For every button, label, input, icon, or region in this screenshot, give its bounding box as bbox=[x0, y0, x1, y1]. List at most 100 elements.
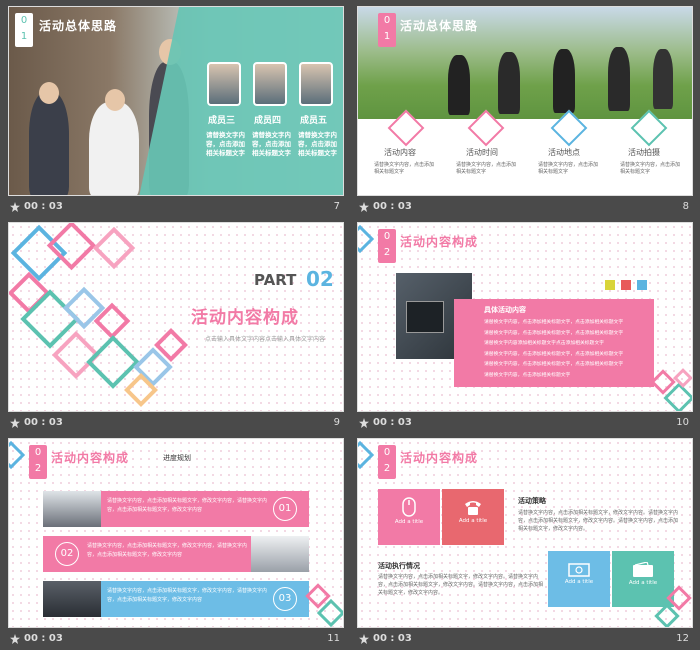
slide-thumbnail-9[interactable]: PART 02 活动内容构成 点击输入具体文字内容点击输入具体文字内容 00 :… bbox=[8, 222, 344, 434]
slide-title: 活动内容构成 bbox=[51, 451, 130, 465]
execution-text: 请替换文字内容，点击添加相关标题文字，修改文字内容。请替换文字内容，点击添加相关… bbox=[378, 574, 544, 596]
progress-row-2: 02 请替换文字内容，点击添加相关标题文字，修改文字内容，请替换文字内容，点击添… bbox=[43, 536, 251, 572]
slide-thumbnail-7[interactable]: 01 活动总体思路 成员三 成员四 成员五 请替换文字内容，点击添加相关标题文字… bbox=[8, 6, 344, 218]
slide-title: 活动总体思路 bbox=[400, 19, 479, 33]
person-figure bbox=[448, 55, 470, 115]
money-icon bbox=[568, 563, 590, 577]
item-desc: 请替换文字内容，点击添加相关标题文字 bbox=[456, 162, 517, 175]
tile-label: Add a title bbox=[628, 580, 658, 586]
slide-12-canvas: 02 活动内容构成 Add a title Add a title 活动策略 请… bbox=[357, 438, 693, 628]
slide-8-canvas: 01 活动总体思路 活动内容 活动时间 活动地点 活动拍摄 请替换文字内容，点击… bbox=[357, 6, 693, 196]
section-badge: 02 bbox=[378, 229, 396, 263]
section-title: 活动内容构成 bbox=[191, 308, 299, 328]
member-photo bbox=[207, 62, 241, 106]
step-number: 01 bbox=[273, 497, 297, 521]
slide-thumbnail-10[interactable]: 02 活动内容构成 具体活动内容 请替换文字内容，点击添加相关标题文字，点击添加… bbox=[357, 222, 693, 434]
star-icon bbox=[10, 633, 20, 644]
decor-square bbox=[92, 226, 136, 270]
progress-row-1: 请替换文字内容，点击添加相关标题文字，修改文字内容，请替换文字内容，点击添加相关… bbox=[101, 491, 309, 527]
member-name: 成员五 bbox=[300, 116, 328, 126]
slide-footer: 00 : 03 9 bbox=[8, 414, 344, 434]
progress-row-3: 请替换文字内容，点击添加相关标题文字，修改文字内容，请替换文字内容，点击添加相关… bbox=[101, 581, 309, 617]
transition-time: 00 : 03 bbox=[10, 417, 63, 428]
meeting-photo bbox=[43, 491, 101, 527]
slide-subtitle: 进度规划 bbox=[163, 454, 191, 462]
wallet-tile: Add a title bbox=[612, 551, 674, 607]
item-label: 活动时间 bbox=[466, 148, 498, 157]
decor-square bbox=[358, 440, 375, 470]
slide-9-canvas: PART 02 活动内容构成 点击输入具体文字内容点击输入具体文字内容 bbox=[8, 222, 344, 412]
slide-thumbnail-11[interactable]: 02 活动内容构成 进度规划 请替换文字内容，点击添加相关标题文字，修改文字内容… bbox=[8, 438, 344, 650]
member-desc: 请替换文字内容，点击添加相关标题文字 bbox=[298, 131, 337, 157]
info-icon bbox=[605, 280, 615, 290]
slide-number: 12 bbox=[676, 633, 689, 644]
slide-11-canvas: 02 活动内容构成 进度规划 请替换文字内容，点击添加相关标题文字，修改文字内容… bbox=[8, 438, 344, 628]
slide-footer: 00 : 03 7 bbox=[8, 198, 344, 218]
member-name: 成员三 bbox=[208, 116, 236, 126]
member-desc: 请替换文字内容，点击添加相关标题文字 bbox=[252, 131, 291, 157]
member-photo bbox=[299, 62, 333, 106]
chart-icon bbox=[637, 280, 647, 290]
item-label: 活动地点 bbox=[548, 148, 580, 157]
item-desc: 请替换文字内容，点击添加相关标题文字 bbox=[538, 162, 599, 175]
slide-10-canvas: 02 活动内容构成 具体活动内容 请替换文字内容，点击添加相关标题文字，点击添加… bbox=[357, 222, 693, 412]
tile-label: Add a title bbox=[564, 579, 594, 585]
section-badge: 01 bbox=[378, 13, 396, 47]
slide-sorter-grid: 01 活动总体思路 成员三 成员四 成员五 请替换文字内容，点击添加相关标题文字… bbox=[0, 0, 700, 647]
strategy-text: 请替换文字内容，点击添加相关标题文字，修改文字内容。请替换文字内容，点击添加相关… bbox=[518, 510, 679, 532]
member-name: 成员四 bbox=[254, 116, 282, 126]
slide-title: 活动内容构成 bbox=[400, 451, 479, 465]
mouse-icon bbox=[402, 497, 416, 517]
slide-title: 活动总体思路 bbox=[39, 19, 118, 33]
part-label: PART bbox=[254, 271, 297, 289]
person-figure bbox=[29, 92, 69, 195]
slide-7-canvas: 01 活动总体思路 成员三 成员四 成员五 请替换文字内容，点击添加相关标题文字… bbox=[8, 6, 344, 196]
transition-time: 00 : 03 bbox=[10, 633, 63, 644]
person-figure bbox=[608, 47, 630, 111]
content-box-lines: 请替换文字内容，点击添加相关标题文字，点击添加相关标题文字 请替换文字内容，点击… bbox=[484, 320, 624, 378]
star-icon bbox=[359, 417, 369, 428]
phone-icon bbox=[465, 501, 481, 515]
slide-footer: 00 : 03 12 bbox=[357, 630, 693, 650]
execution-heading: 活动执行情况 bbox=[378, 562, 420, 570]
wallet-icon bbox=[633, 561, 653, 577]
slide-number: 8 bbox=[682, 201, 689, 212]
strategy-heading: 活动策略 bbox=[518, 497, 546, 505]
phone-tile: Add a title bbox=[442, 489, 504, 545]
step-number: 02 bbox=[55, 542, 79, 566]
slide-number: 10 bbox=[676, 417, 689, 428]
person-figure bbox=[653, 49, 673, 109]
search-icon bbox=[621, 280, 631, 290]
slide-thumbnail-12[interactable]: 02 活动内容构成 Add a title Add a title 活动策略 请… bbox=[357, 438, 693, 650]
transition-time: 00 : 03 bbox=[10, 201, 63, 212]
item-desc: 请替换文字内容，点击添加相关标题文字 bbox=[620, 162, 681, 175]
content-box: 具体活动内容 请替换文字内容，点击添加相关标题文字，点击添加相关标题文字 请替换… bbox=[454, 299, 654, 387]
slide-footer: 00 : 03 10 bbox=[357, 414, 693, 434]
slide-thumbnail-8[interactable]: 01 活动总体思路 活动内容 活动时间 活动地点 活动拍摄 请替换文字内容，点击… bbox=[357, 6, 693, 218]
section-badge: 02 bbox=[29, 445, 47, 479]
money-tile: Add a title bbox=[548, 551, 610, 607]
person-head bbox=[39, 82, 59, 104]
member-desc: 请替换文字内容，点击添加相关标题文字 bbox=[206, 131, 245, 157]
transition-time: 00 : 03 bbox=[359, 201, 412, 212]
person-head bbox=[105, 89, 125, 111]
slide-footer: 00 : 03 8 bbox=[357, 198, 693, 218]
item-label: 活动内容 bbox=[384, 148, 416, 157]
star-icon bbox=[359, 633, 369, 644]
person-figure bbox=[498, 52, 520, 114]
laptop-shape bbox=[406, 301, 444, 333]
slide-number: 7 bbox=[333, 201, 340, 212]
decor-square bbox=[9, 440, 26, 470]
team-photo bbox=[251, 536, 309, 572]
person-figure bbox=[553, 49, 575, 113]
slide-number: 11 bbox=[327, 633, 340, 644]
star-icon bbox=[10, 201, 20, 212]
star-icon bbox=[359, 201, 369, 212]
network-photo bbox=[43, 581, 101, 617]
transition-time: 00 : 03 bbox=[359, 417, 412, 428]
item-desc: 请替换文字内容，点击添加相关标题文字 bbox=[374, 162, 435, 175]
section-badge: 01 bbox=[15, 13, 33, 47]
section-subtitle: 点击输入具体文字内容点击输入具体文字内容 bbox=[205, 336, 326, 343]
person-figure bbox=[89, 102, 139, 195]
content-box-title: 具体活动内容 bbox=[484, 306, 526, 314]
